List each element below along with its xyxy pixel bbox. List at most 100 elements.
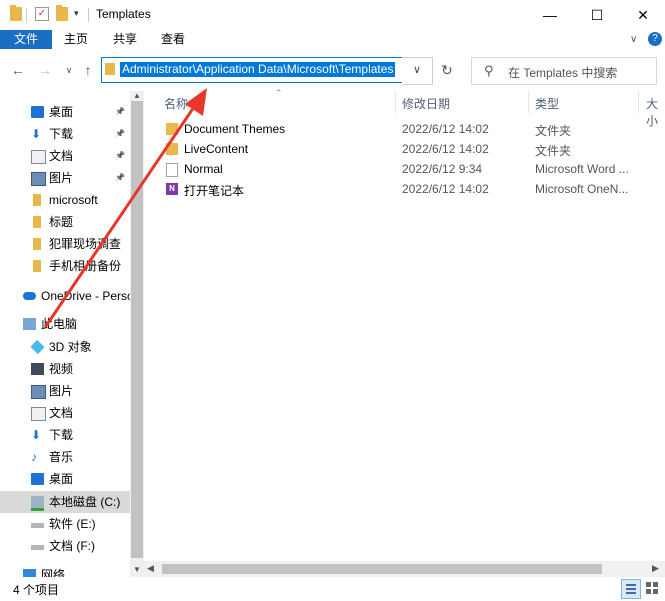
table-row[interactable]: N 打开笔记本 2022/6/12 14:02 Microsoft OneN... [150,179,665,199]
quick-access-dropdown-icon[interactable]: ▾ [74,8,79,19]
search-placeholder[interactable]: 在 Templates 中搜索 [508,64,617,81]
address-dropdown-button[interactable]: ∨ [402,57,433,85]
sidebar-item[interactable]: ⬇ 下载 📌 [0,123,130,145]
sidebar-item[interactable]: 桌面 [0,468,130,490]
sidebar-item[interactable]: 视频 [0,358,130,380]
sidebar-item[interactable]: 文档 📌 [0,145,130,167]
sidebar-item[interactable]: ♪ 音乐 [0,446,130,468]
file-list: ⌃ 名称 修改日期 类型 大小 Document Themes 2022/6/12… [150,88,665,561]
expand-ribbon-icon[interactable]: ∨ [630,30,637,49]
address-path[interactable]: Administrator\Application Data\Microsoft… [120,62,396,77]
folder-icon [33,260,41,272]
back-button[interactable]: ← [10,61,26,79]
sidebar-item[interactable]: 此电脑 [0,313,130,335]
scroll-up-icon[interactable]: ▲ [130,91,144,101]
scrollbar-thumb[interactable] [131,101,143,558]
sidebar-item[interactable]: 标题 [0,211,130,233]
sidebar-item[interactable]: 图片 [0,380,130,402]
sidebar-item-label: 图片 [49,171,74,185]
sidebar-item-label: OneDrive - Perso [41,289,130,303]
address-row: ← → ∨ ↑ Administrator\Application Data\M… [0,49,665,91]
column-divider[interactable] [638,91,639,113]
horizontal-scrollbar[interactable]: ◀ ▶ [144,561,665,577]
close-button[interactable]: ✕ [620,0,665,30]
sidebar-item-label: 文档 [49,149,74,163]
status-bar: 4 个项目 [0,577,665,600]
sidebar-item[interactable]: OneDrive - Perso [0,285,130,307]
sidebar-item[interactable]: 软件 (E:) [0,513,130,535]
column-divider[interactable] [395,91,396,113]
sidebar-item[interactable]: 文档 [0,402,130,424]
sidebar-item[interactable]: microsoft [0,189,130,211]
sidebar-item-label: 桌面 [49,472,74,486]
pin-icon[interactable]: 📌 [115,101,125,123]
scroll-down-icon[interactable]: ▼ [130,565,144,575]
details-view-button[interactable] [621,579,641,599]
minimize-button[interactable]: — [527,0,573,30]
up-button[interactable]: ↑ [80,61,96,79]
documents-icon [31,407,46,421]
tab-home[interactable]: 主页 [64,30,88,49]
file-date: 2022/6/12 14:02 [402,182,489,196]
close-icon: ✕ [637,6,649,23]
onedrive-icon [23,292,36,300]
folder-icon [166,123,178,135]
refresh-button[interactable]: ↻ [438,61,456,79]
sidebar-item[interactable]: 图片 📌 [0,167,130,189]
forward-button[interactable]: → [37,61,53,79]
details-view-icon [626,584,636,594]
column-date[interactable]: 修改日期 [402,95,450,112]
recent-locations-icon[interactable]: ∨ [61,61,77,79]
table-row[interactable]: Normal 2022/6/12 9:34 Microsoft Word ... [150,159,665,179]
sidebar-item-label: 标题 [49,215,74,229]
sidebar-item[interactable]: 本地磁盘 (C:) [0,491,130,513]
column-divider[interactable] [528,91,529,113]
scroll-right-icon[interactable]: ▶ [652,563,659,574]
help-icon[interactable]: ? [648,32,662,46]
sidebar-item-label: 手机相册备份 [49,259,122,273]
music-icon: ♪ [31,450,37,464]
folder-icon [33,194,41,206]
sidebar-item-label: 网络 [41,568,66,577]
3d-objects-icon [30,339,45,355]
pin-icon[interactable]: 📌 [115,123,125,145]
video-icon [31,363,44,375]
sidebar-item[interactable]: 网络 [0,564,130,577]
table-row[interactable]: Document Themes 2022/6/12 14:02 文件夹 [150,119,665,139]
column-type[interactable]: 类型 [535,95,559,112]
maximize-icon: ☐ [590,6,604,23]
address-bar[interactable]: Administrator\Application Data\Microsoft… [101,57,404,83]
tab-share[interactable]: 共享 [113,30,137,49]
sidebar-item[interactable]: ⬇ 下载 [0,424,130,446]
sidebar-item[interactable]: 3D 对象 [0,336,130,358]
sidebar-item-label: 3D 对象 [49,340,92,354]
sidebar-item[interactable]: 犯罪现场调查 [0,233,130,255]
tab-view[interactable]: 查看 [161,30,185,49]
pin-icon[interactable]: 📌 [115,167,125,189]
search-box[interactable]: ⚲ 在 Templates 中搜索 [471,57,657,85]
drive-icon [31,523,44,528]
pin-icon[interactable]: 📌 [115,145,125,167]
title-bar: ✓ ▾ Templates — ☐ ✕ [0,0,665,30]
folder-icon [33,216,41,228]
sidebar-item[interactable]: 手机相册备份 [0,255,130,277]
new-folder-icon[interactable] [56,5,68,21]
sidebar-item[interactable]: 桌面 📌 [0,101,130,123]
table-row[interactable]: LiveContent 2022/6/12 14:02 文件夹 [150,139,665,159]
file-date: 2022/6/12 14:02 [402,142,489,156]
file-type: 文件夹 [535,144,572,158]
folder-icon [10,5,22,21]
word-template-icon [166,163,178,177]
properties-icon[interactable]: ✓ [35,7,49,21]
sidebar-item[interactable]: 文档 (F:) [0,535,130,557]
file-date: 2022/6/12 9:34 [402,162,483,176]
nav-scrollbar[interactable]: ▲ ▼ [130,91,144,577]
file-type: 文件夹 [535,124,572,138]
scrollbar-thumb[interactable] [162,564,602,574]
column-name[interactable]: 名称 [164,95,188,112]
sidebar-item-label: 犯罪现场调查 [49,237,122,251]
large-icons-view-button[interactable] [643,579,661,597]
maximize-button[interactable]: ☐ [574,0,620,30]
tab-file[interactable]: 文件 [0,30,52,49]
scroll-left-icon[interactable]: ◀ [147,563,154,574]
